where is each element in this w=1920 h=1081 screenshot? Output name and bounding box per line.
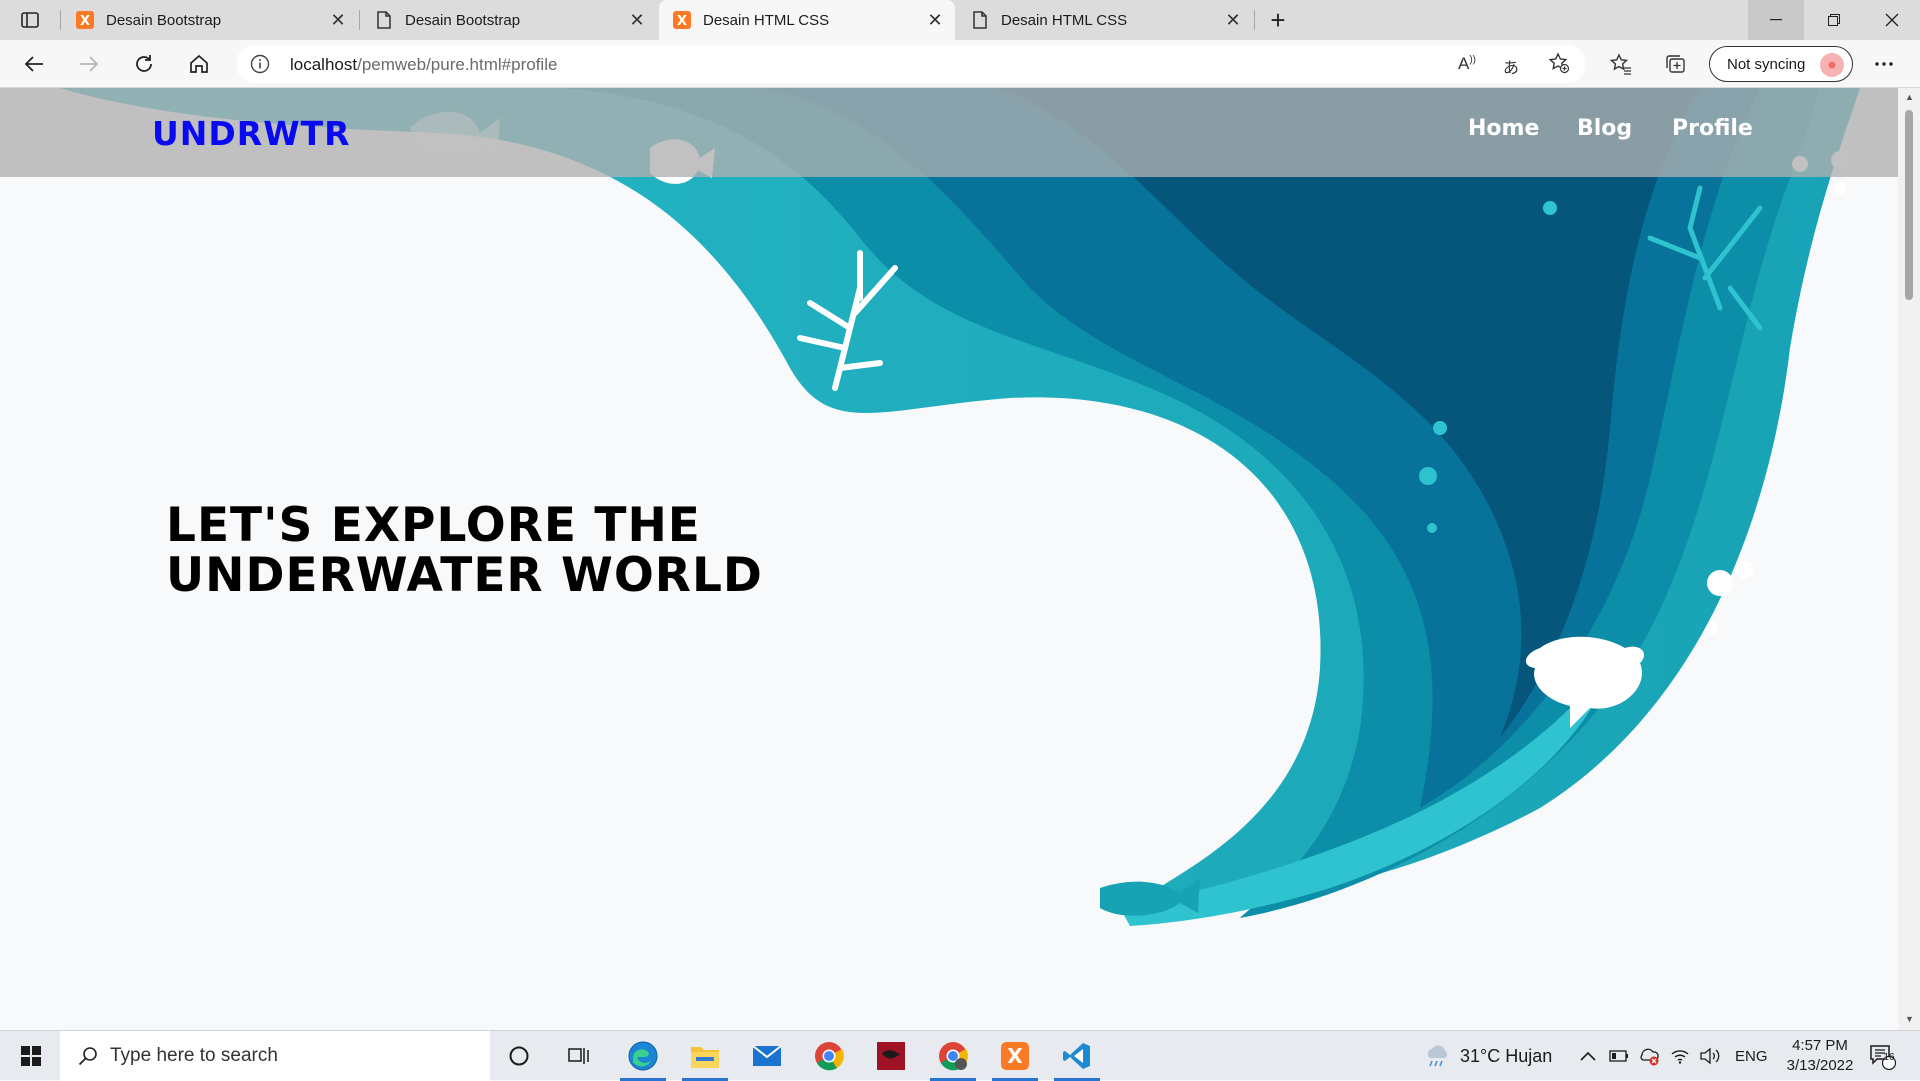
home-button[interactable]: [181, 46, 217, 82]
weather-widget[interactable]: 31°C Hujan: [1424, 1031, 1552, 1081]
url-host: localhost: [290, 55, 358, 74]
add-favorite-icon[interactable]: [1548, 52, 1570, 79]
search-placeholder: Type here to search: [110, 1045, 278, 1066]
site-logo[interactable]: UNDRWTR: [152, 114, 351, 153]
vscode-icon[interactable]: [1048, 1031, 1106, 1081]
tab-4[interactable]: Desain HTML CSS ✕: [957, 0, 1253, 40]
chrome-profile-icon[interactable]: [924, 1031, 982, 1081]
scroll-up-icon[interactable]: ▲: [1905, 92, 1914, 102]
taskbar-search-box[interactable]: Type here to search: [60, 1031, 490, 1081]
sync-label: Not syncing: [1727, 55, 1806, 73]
notification-count: 16: [1883, 1052, 1895, 1063]
nav-link-blog[interactable]: Blog: [1577, 116, 1632, 141]
language-indicator[interactable]: ENG: [1735, 1031, 1768, 1081]
tab-title: Desain HTML CSS: [703, 11, 830, 29]
tab-2[interactable]: Desain Bootstrap ✕: [361, 0, 657, 40]
translate-icon[interactable]: あ: [1503, 54, 1519, 78]
hero-heading: LET'S EXPLORE THE UNDERWATER WORLD: [166, 501, 763, 601]
tab-3-active[interactable]: X Desain HTML CSS ✕: [659, 0, 955, 40]
page-icon: [971, 11, 989, 29]
scroll-thumb[interactable]: [1905, 110, 1913, 300]
scroll-down-icon[interactable]: ▼: [1905, 1014, 1914, 1024]
windows-start-icon[interactable]: [2, 1031, 60, 1081]
rain-cloud-icon: [1427, 1045, 1448, 1067]
web-page: UNDRWTR Home Blog Profile LET'S EXPLORE …: [0, 88, 1898, 1030]
volume-icon[interactable]: [1699, 1031, 1721, 1081]
browser-toolbar: localhost/pemweb/pure.html#profile A)) あ…: [0, 40, 1920, 88]
notifications-icon[interactable]: 16: [1868, 1031, 1896, 1081]
hero-line-2: UNDERWATER WORLD: [166, 548, 763, 603]
tab-title: Desain Bootstrap: [106, 11, 222, 29]
svg-text:X: X: [677, 14, 687, 29]
weather-text: 31°C Hujan: [1460, 1045, 1553, 1066]
svg-text:X: X: [1007, 1044, 1023, 1068]
xampp-icon: X: [76, 11, 94, 29]
url-text[interactable]: localhost/pemweb/pure.html#profile: [290, 55, 557, 75]
chrome-icon[interactable]: [800, 1031, 858, 1081]
close-tab-icon[interactable]: ✕: [921, 6, 949, 34]
restore-button[interactable]: [1806, 0, 1862, 40]
file-explorer-icon[interactable]: [676, 1031, 734, 1081]
site-navbar: UNDRWTR Home Blog Profile: [0, 88, 1898, 177]
tab-title: Desain HTML CSS: [1001, 11, 1128, 29]
page-scrollbar[interactable]: ▲ ▼: [1898, 88, 1920, 1030]
refresh-button[interactable]: [126, 46, 162, 82]
hero-line-1: LET'S EXPLORE THE: [166, 498, 701, 553]
page-icon: [375, 11, 393, 29]
tab-1[interactable]: X Desain Bootstrap ✕: [62, 0, 358, 40]
close-tab-icon[interactable]: ✕: [1219, 6, 1247, 34]
nav-link-profile[interactable]: Profile: [1672, 116, 1753, 141]
close-tab-icon[interactable]: ✕: [324, 6, 352, 34]
url-path: /pemweb/pure.html#profile: [357, 55, 558, 74]
windows-taskbar: Type here to search X 31°C Hujan ENG 4:5…: [0, 1030, 1920, 1081]
svg-text:X: X: [80, 14, 90, 29]
xampp-icon: X: [673, 11, 691, 29]
system-clock[interactable]: 4:57 PM 3/13/2022: [1765, 1036, 1875, 1076]
avatar: [1820, 53, 1844, 77]
back-button[interactable]: [16, 46, 52, 82]
wifi-icon[interactable]: [1670, 1031, 1690, 1081]
forward-button[interactable]: [71, 46, 107, 82]
show-hidden-icons[interactable]: [1580, 1031, 1596, 1081]
battery-icon[interactable]: [1609, 1031, 1629, 1081]
tab-actions-icon[interactable]: [16, 8, 44, 32]
cortana-icon[interactable]: [490, 1031, 548, 1081]
clock-date: 3/13/2022: [1786, 1057, 1854, 1074]
clock-time: 4:57 PM: [1792, 1037, 1848, 1054]
address-bar[interactable]: localhost/pemweb/pure.html#profile A)) あ: [236, 45, 1586, 83]
tab-title: Desain Bootstrap: [405, 11, 521, 29]
favorites-icon[interactable]: [1603, 46, 1639, 82]
search-icon: [78, 1047, 97, 1066]
close-tab-icon[interactable]: ✕: [623, 6, 651, 34]
security-alert-icon[interactable]: [1639, 1031, 1659, 1081]
nav-link-home[interactable]: Home: [1468, 116, 1539, 141]
more-menu-icon[interactable]: [1866, 46, 1902, 82]
read-aloud-icon[interactable]: A)): [1458, 54, 1476, 74]
xampp-icon[interactable]: X: [986, 1031, 1044, 1081]
close-window-button[interactable]: [1864, 0, 1920, 40]
collections-icon[interactable]: [1657, 46, 1693, 82]
mail-icon[interactable]: [738, 1031, 796, 1081]
browser-tab-strip: X Desain Bootstrap ✕ Desain Bootstrap ✕ …: [0, 0, 1920, 40]
task-view-icon[interactable]: [550, 1031, 608, 1081]
edge-browser-icon[interactable]: [614, 1031, 672, 1081]
new-tab-button[interactable]: +: [1262, 5, 1294, 35]
info-icon[interactable]: [250, 54, 270, 79]
minimize-button[interactable]: [1748, 0, 1804, 40]
profile-sync-button[interactable]: Not syncing: [1709, 46, 1853, 82]
app-red-icon[interactable]: [862, 1031, 920, 1081]
